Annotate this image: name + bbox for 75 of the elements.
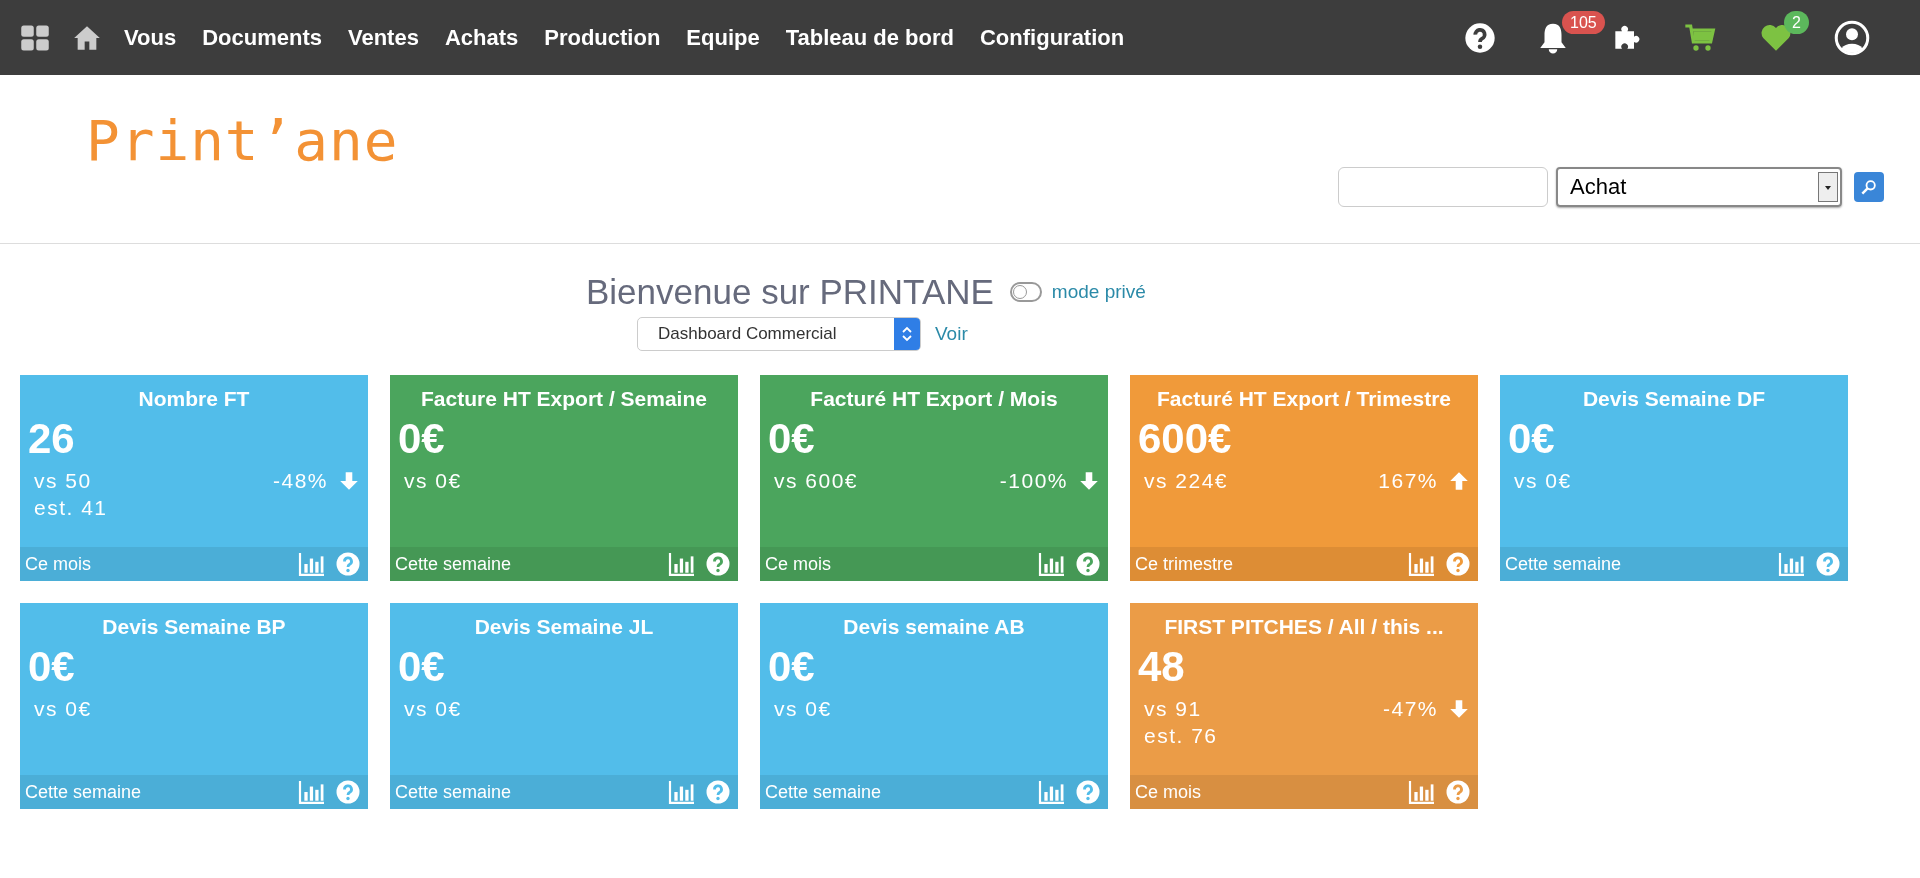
change-percent: 167% <box>1378 468 1438 493</box>
company-logo: Print’ane <box>86 108 399 173</box>
dashboard-select[interactable]: Dashboard Commercial <box>637 317 921 351</box>
tile-value: 26 <box>27 415 76 463</box>
search-type-select[interactable]: Achat <box>1556 167 1842 207</box>
tile-title: Facturé HT Export / Trimestre <box>1155 387 1453 411</box>
menu-item[interactable]: Equipe <box>686 24 760 51</box>
comparison-value: vs 91 <box>1144 696 1203 722</box>
bar-chart-icon[interactable] <box>1408 552 1436 576</box>
help-icon[interactable] <box>1464 21 1496 54</box>
period-label: Ce mois <box>1135 781 1201 803</box>
tile-title: FIRST PITCHES / All / this ... <box>1163 615 1445 639</box>
period-label: Cette semaine <box>765 781 882 803</box>
menu-item[interactable]: Production <box>544 24 661 51</box>
cart-icon[interactable] <box>1682 21 1718 54</box>
tile-value: 0€ <box>767 415 816 463</box>
period-label: Ce mois <box>25 553 91 575</box>
period-label: Cette semaine <box>1505 553 1622 575</box>
period-label: Ce trimestre <box>1135 553 1233 575</box>
menu-item[interactable]: Ventes <box>347 24 419 51</box>
bar-chart-icon[interactable] <box>298 780 326 804</box>
comparison-value: vs 50 <box>34 468 93 494</box>
period-label: Ce mois <box>765 553 831 575</box>
change-percent: -48% <box>272 468 328 493</box>
tile-title: Devis Semaine DF <box>1581 387 1767 411</box>
menu-item[interactable]: Configuration <box>980 24 1125 51</box>
view-link[interactable]: Voir <box>935 323 968 345</box>
tile-title: Facture HT Export / Semaine <box>420 387 708 411</box>
estimate-value: est. 41 <box>34 495 108 522</box>
period-label: Cette semaine <box>395 781 512 803</box>
comparison-value: vs 600€ <box>774 468 859 494</box>
menu-item[interactable]: Documents <box>202 24 322 51</box>
tile-title: Devis semaine AB <box>842 615 1026 639</box>
bar-chart-icon[interactable] <box>1038 552 1066 576</box>
period-label: Cette semaine <box>395 553 512 575</box>
tile-value: 0€ <box>1507 415 1556 463</box>
tile-value: 0€ <box>767 643 816 691</box>
menu-item[interactable]: Achats <box>444 24 519 51</box>
bar-chart-icon[interactable] <box>1778 552 1806 576</box>
welcome-title: Bienvenue sur PRINTANE <box>586 272 994 312</box>
bar-chart-icon[interactable] <box>298 552 326 576</box>
period-label: Cette semaine <box>25 781 142 803</box>
bar-chart-icon[interactable] <box>668 780 696 804</box>
change-percent: -100% <box>999 468 1068 493</box>
comparison-value: vs 0€ <box>1514 468 1572 494</box>
tile-title: Devis Semaine JL <box>473 615 655 639</box>
bar-chart-icon[interactable] <box>668 552 696 576</box>
change-percent: -47% <box>1382 696 1438 721</box>
search-button[interactable] <box>1854 172 1884 202</box>
tile-value: 0€ <box>397 415 446 463</box>
comparison-value: vs 0€ <box>774 696 832 722</box>
menu-item[interactable]: Vous <box>124 24 177 51</box>
tile-title: Nombre FT <box>137 387 251 411</box>
menu-item[interactable]: Tableau de bord <box>785 24 954 51</box>
comparison-value: vs 0€ <box>404 468 462 494</box>
comparison-value: vs 224€ <box>1144 468 1229 494</box>
tile-title: Devis Semaine BP <box>101 615 287 639</box>
up-down-chevron-icon <box>901 324 913 344</box>
notification-badge: 105 <box>1562 10 1605 35</box>
search-icon <box>1859 177 1879 197</box>
estimate-value: est. 76 <box>1144 723 1218 750</box>
comparison-value: vs 0€ <box>404 696 462 722</box>
bar-chart-icon[interactable] <box>1408 780 1436 804</box>
favorites-badge: 2 <box>1784 10 1809 35</box>
tile-value: 48 <box>1137 643 1186 691</box>
private-mode-label[interactable]: mode privé <box>1051 281 1146 303</box>
tile-value: 0€ <box>397 643 446 691</box>
private-mode-toggle[interactable] <box>1009 282 1042 302</box>
comparison-value: vs 0€ <box>34 696 92 722</box>
tile-value: 0€ <box>27 643 76 691</box>
search-field[interactable] <box>1338 167 1548 207</box>
tile-value: 600€ <box>1137 415 1233 463</box>
tile-title: Facturé HT Export / Mois <box>809 387 1059 411</box>
user-avatar-icon[interactable] <box>1834 19 1870 56</box>
bar-chart-icon[interactable] <box>1038 780 1066 804</box>
